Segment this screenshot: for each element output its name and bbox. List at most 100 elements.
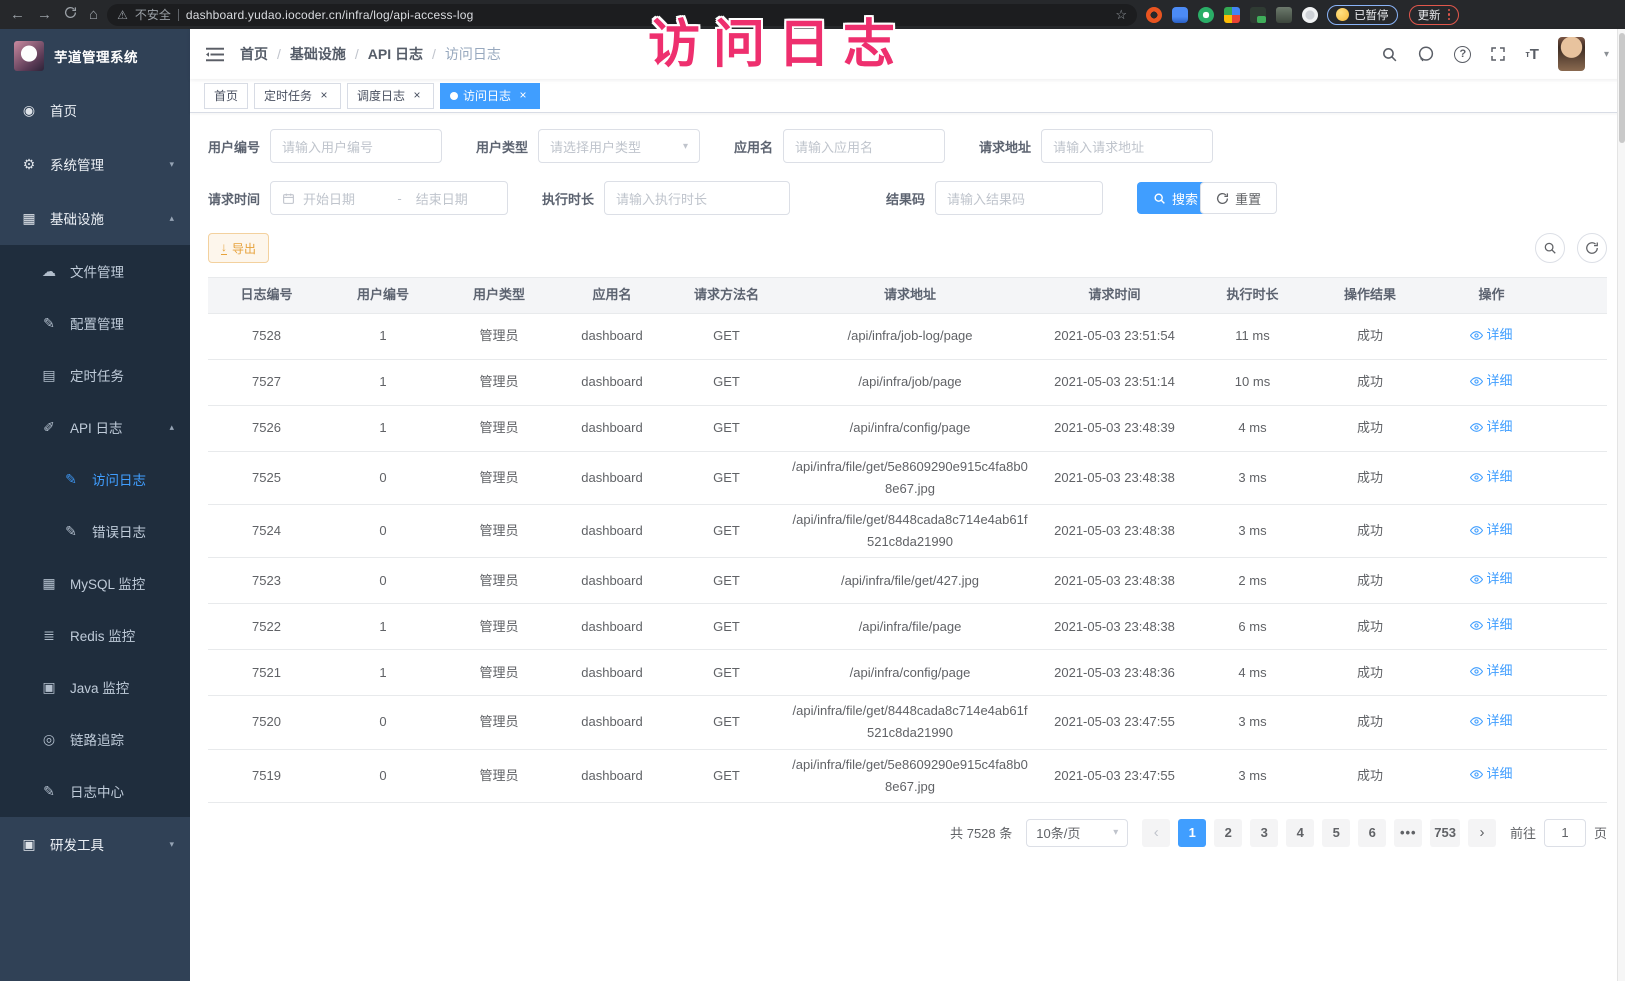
- window-scrollbar[interactable]: [1617, 29, 1625, 981]
- font-size-icon[interactable]: тT: [1525, 46, 1539, 63]
- extension-icon[interactable]: [1276, 7, 1292, 23]
- cell-method: GET: [667, 658, 786, 688]
- request-time-range-picker[interactable]: 开始日期 - 结束日期: [270, 181, 508, 215]
- browser-forward-icon[interactable]: →: [37, 6, 52, 23]
- url-text[interactable]: dashboard.yudao.iocoder.cn/infra/log/api…: [186, 8, 1109, 22]
- page-button[interactable]: 753: [1430, 819, 1460, 847]
- sidebar-item[interactable]: ✎日志中心: [0, 765, 190, 817]
- sidebar-item[interactable]: ✎访问日志: [0, 453, 190, 505]
- toggle-search-button[interactable]: [1535, 233, 1565, 263]
- reset-button[interactable]: 重置: [1200, 182, 1277, 214]
- table-body: 75281管理员dashboardGET/api/infra/job-log/p…: [208, 314, 1607, 803]
- cell-result: 成功: [1310, 463, 1430, 493]
- sidebar-item[interactable]: ◎链路追踪: [0, 713, 190, 765]
- sidebar-item[interactable]: ≣Redis 监控: [0, 609, 190, 661]
- page-button[interactable]: 6: [1358, 819, 1386, 847]
- request-url-input[interactable]: 请输入请求地址: [1041, 129, 1213, 163]
- detail-link[interactable]: 详细: [1470, 370, 1512, 392]
- detail-link[interactable]: 详细: [1470, 519, 1512, 541]
- job-icon: ▤: [40, 367, 58, 384]
- breadcrumb-item[interactable]: 基础设施: [290, 44, 346, 64]
- detail-link[interactable]: 详细: [1470, 614, 1512, 636]
- detail-link[interactable]: 详细: [1470, 763, 1512, 785]
- browser-menu-icon[interactable]: [1448, 9, 1451, 21]
- sidebar-item[interactable]: ⚙系统管理▾: [0, 137, 190, 191]
- sidebar-item[interactable]: ✐API 日志▴: [0, 401, 190, 453]
- export-button[interactable]: ↓ 导出: [208, 233, 269, 263]
- sidebar-item[interactable]: ◉首页: [0, 83, 190, 137]
- browser-back-icon[interactable]: ←: [10, 6, 25, 23]
- page-button[interactable]: 3: [1250, 819, 1278, 847]
- extension-icon[interactable]: [1250, 7, 1266, 23]
- more-pages-button[interactable]: •••: [1394, 819, 1422, 847]
- breadcrumb-item[interactable]: API 日志: [368, 44, 423, 64]
- tab[interactable]: 调度日志×: [347, 83, 434, 109]
- close-icon[interactable]: ×: [410, 89, 424, 103]
- sidebar-item[interactable]: ▣Java 监控: [0, 661, 190, 713]
- cell-user-type: 管理员: [441, 707, 557, 737]
- app-logo[interactable]: 芋道管理系统: [0, 29, 190, 83]
- extension-icon[interactable]: [1224, 7, 1240, 23]
- page-button[interactable]: 2: [1214, 819, 1242, 847]
- browser-home-icon[interactable]: ⌂: [89, 6, 98, 23]
- calendar-icon: [282, 192, 295, 205]
- extension-icon[interactable]: [1198, 7, 1214, 23]
- page-size-select[interactable]: 10条/页 ▾: [1026, 819, 1128, 847]
- sidebar-item[interactable]: ✎配置管理: [0, 297, 190, 349]
- tab[interactable]: 定时任务×: [254, 83, 341, 109]
- sidebar-item-label: 链路追踪: [70, 729, 124, 749]
- detail-link[interactable]: 详细: [1470, 568, 1512, 590]
- tab[interactable]: 首页: [204, 83, 248, 109]
- detail-link[interactable]: 详细: [1470, 660, 1512, 682]
- user-id-input[interactable]: 请输入用户编号: [270, 129, 442, 163]
- sidebar-item[interactable]: ▣研发工具▾: [0, 817, 190, 871]
- browser-url-bar[interactable]: ⚠ 不安全 dashboard.yudao.iocoder.cn/infra/l…: [107, 4, 1137, 26]
- prev-page-button[interactable]: ‹: [1142, 819, 1170, 847]
- search-icon[interactable]: [1381, 46, 1398, 63]
- cell-user-id: 1: [325, 367, 441, 397]
- cell-actions: 详细: [1430, 656, 1553, 689]
- detail-link[interactable]: 详细: [1470, 324, 1512, 346]
- sidebar-item[interactable]: ▦MySQL 监控: [0, 557, 190, 609]
- sidebar-toggle-icon[interactable]: [206, 47, 224, 62]
- api-log-icon: ✐: [40, 419, 58, 436]
- github-icon[interactable]: [1417, 45, 1435, 63]
- close-icon[interactable]: ×: [516, 89, 530, 103]
- page-jump-input[interactable]: 1: [1544, 819, 1586, 847]
- page-button[interactable]: 5: [1322, 819, 1350, 847]
- extension-icon[interactable]: [1146, 7, 1162, 23]
- browser-update-button[interactable]: 更新: [1409, 5, 1460, 25]
- close-icon[interactable]: ×: [317, 89, 331, 103]
- bookmark-star-icon[interactable]: ☆: [1115, 7, 1127, 23]
- refresh-button[interactable]: [1577, 233, 1607, 263]
- sidebar-item[interactable]: ▤定时任务: [0, 349, 190, 401]
- detail-link[interactable]: 详细: [1470, 416, 1512, 438]
- user-avatar[interactable]: [1558, 37, 1585, 71]
- breadcrumb-item[interactable]: 首页: [240, 44, 268, 64]
- profile-paused-badge[interactable]: 已暂停: [1327, 5, 1398, 25]
- scrollbar-thumb[interactable]: [1619, 33, 1625, 143]
- chevron-down-icon[interactable]: ▾: [1604, 49, 1609, 60]
- tab[interactable]: 访问日志×: [440, 83, 540, 109]
- page-button[interactable]: 4: [1286, 819, 1314, 847]
- sidebar-item[interactable]: ▦基础设施▴: [0, 191, 190, 245]
- fullscreen-icon[interactable]: [1490, 46, 1506, 62]
- table-row: 75200管理员dashboardGET/api/infra/file/get/…: [208, 696, 1607, 749]
- user-type-select[interactable]: 请选择用户类型▾: [538, 129, 700, 163]
- detail-link[interactable]: 详细: [1470, 710, 1512, 732]
- app-name-input[interactable]: 请输入应用名: [783, 129, 945, 163]
- sidebar-item[interactable]: ☁文件管理: [0, 245, 190, 297]
- extension-icon[interactable]: [1172, 7, 1188, 23]
- next-page-button[interactable]: ›: [1468, 819, 1496, 847]
- extension-icon[interactable]: [1302, 7, 1318, 23]
- help-icon[interactable]: ?: [1454, 46, 1471, 63]
- cell-app: dashboard: [557, 413, 667, 443]
- browser-reload-icon[interactable]: [64, 6, 77, 23]
- eye-icon: [1470, 573, 1483, 586]
- cell-user-id: 0: [325, 516, 441, 546]
- duration-input[interactable]: 请输入执行时长: [604, 181, 790, 215]
- detail-link[interactable]: 详细: [1470, 466, 1512, 488]
- sidebar-item[interactable]: ✎错误日志: [0, 505, 190, 557]
- result-code-input[interactable]: 请输入结果码: [935, 181, 1103, 215]
- page-button[interactable]: 1: [1178, 819, 1206, 847]
